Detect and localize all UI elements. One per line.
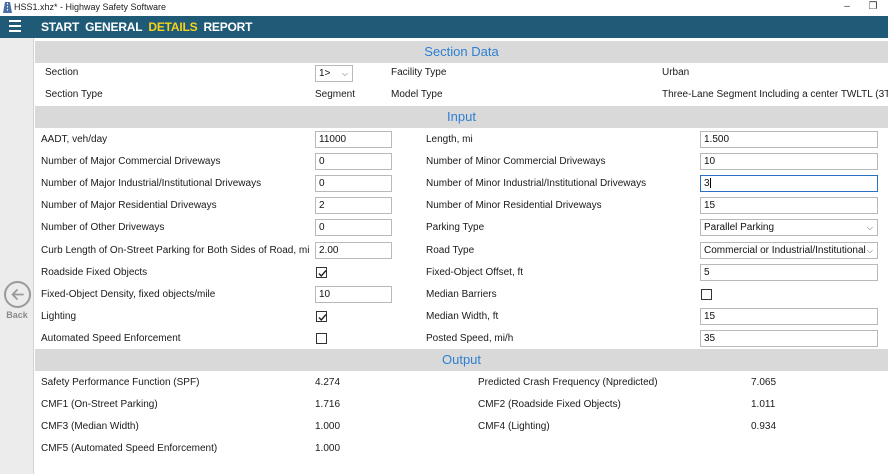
median-width-input[interactable]: 15 (700, 308, 878, 325)
automated-speed-enforcement-checkbox[interactable] (316, 333, 327, 344)
section-label: Section (45, 67, 79, 78)
title-bar: HSS1.xhz* - Highway Safety Software – ❐ (0, 0, 888, 16)
minor-commercial-driveways-label: Number of Minor Commercial Driveways (426, 156, 606, 167)
minor-residential-driveways-label: Number of Minor Residential Driveways (426, 200, 602, 211)
major-commercial-driveways-label: Number of Major Commercial Driveways (41, 156, 221, 167)
input-header: Input (35, 106, 888, 128)
major-commercial-driveways-input[interactable]: 0 (315, 153, 392, 170)
back-button[interactable]: Back (3, 281, 31, 320)
fixed-object-density-label: Fixed-Object Density, fixed objects/mile (41, 289, 216, 300)
output-header: Output (35, 349, 888, 371)
cmf5-value: 1.000 (315, 443, 341, 454)
minimize-button[interactable]: – (840, 1, 854, 12)
chevron-down-icon: ⌵ (866, 223, 873, 232)
spf-label: Safety Performance Function (SPF) (41, 377, 200, 388)
section-type-value: Segment (315, 89, 356, 100)
chevron-down-icon: ⌵ (866, 246, 873, 255)
roadside-fixed-objects-label: Roadside Fixed Objects (41, 267, 148, 278)
median-barriers-label: Median Barriers (426, 289, 497, 300)
model-type-label: Model Type (391, 89, 443, 100)
nav-report[interactable]: REPORT (203, 20, 252, 34)
roadside-fixed-objects-checkbox[interactable] (316, 267, 327, 278)
parking-type-select[interactable]: Parallel Parking ⌵ (700, 219, 878, 236)
road-type-select[interactable]: Commercial or Industrial/Institutional ⌵ (700, 242, 878, 259)
major-industrial-driveways-input[interactable]: 0 (315, 175, 392, 192)
lighting-checkbox[interactable] (316, 311, 327, 322)
length-input[interactable]: 1.500 (700, 131, 878, 148)
major-industrial-driveways-label: Number of Major Industrial/Institutional… (41, 178, 262, 189)
automated-speed-enforcement-label: Automated Speed Enforcement (41, 333, 181, 344)
fixed-object-offset-input[interactable]: 5 (700, 264, 878, 281)
cmf3-value: 1.000 (315, 421, 341, 432)
back-arrow-icon (3, 281, 31, 308)
model-type-value: Three-Lane Segment Including a center TW… (662, 89, 888, 100)
minor-industrial-driveways-label: Number of Minor Industrial/Institutional… (426, 178, 647, 189)
cmf5-label: CMF5 (Automated Speed Enforcement) (41, 443, 218, 454)
posted-speed-input[interactable]: 35 (700, 330, 878, 347)
left-panel: Back (0, 38, 34, 474)
checkmark-icon (318, 314, 327, 322)
section-select-value: 1> (319, 68, 331, 79)
app-icon (3, 2, 12, 13)
minor-residential-driveways-input[interactable]: 15 (700, 197, 878, 214)
section-select[interactable]: 1> ⌵ (315, 65, 353, 82)
section-type-label: Section Type (45, 89, 103, 100)
cmf1-label: CMF1 (On-Street Parking) (41, 399, 158, 410)
length-label: Length, mi (426, 134, 473, 145)
cmf4-label: CMF4 (Lighting) (478, 421, 550, 432)
nav-start[interactable]: START (41, 20, 79, 34)
restore-button[interactable]: ❐ (866, 1, 880, 12)
window-title: HSS1.xhz* - Highway Safety Software (14, 2, 167, 12)
hamburger-menu-icon[interactable] (9, 20, 21, 33)
curb-length-parking-label: Curb Length of On-Street Parking for Bot… (41, 245, 310, 256)
cmf3-label: CMF3 (Median Width) (41, 421, 139, 432)
back-label: Back (6, 310, 28, 320)
nav-details[interactable]: DETAILS (148, 20, 197, 34)
cmf2-label: CMF2 (Roadside Fixed Objects) (478, 399, 621, 410)
minor-industrial-driveways-input[interactable]: 3 (700, 175, 878, 192)
cmf4-value: 0.934 (751, 421, 777, 432)
other-driveways-label: Number of Other Driveways (41, 222, 165, 233)
main-nav-bar: START GENERAL DETAILS REPORT (0, 16, 888, 38)
major-residential-driveways-label: Number of Major Residential Driveways (41, 200, 217, 211)
posted-speed-label: Posted Speed, mi/h (426, 333, 514, 344)
median-barriers-checkbox[interactable] (701, 289, 712, 300)
section-data-header: Section Data (35, 41, 888, 63)
median-width-label: Median Width, ft (426, 311, 499, 322)
cmf1-value: 1.716 (315, 399, 341, 410)
aadt-label: AADT, veh/day (41, 134, 108, 145)
checkmark-icon (318, 270, 327, 278)
major-residential-driveways-input[interactable]: 2 (315, 197, 392, 214)
facility-type-label: Facility Type (391, 67, 447, 78)
curb-length-parking-input[interactable]: 2.00 (315, 242, 392, 259)
minor-commercial-driveways-input[interactable]: 10 (700, 153, 878, 170)
predicted-crash-frequency-value: 7.065 (751, 377, 777, 388)
fixed-object-offset-label: Fixed-Object Offset, ft (426, 267, 524, 278)
parking-type-value: Parallel Parking (704, 222, 775, 233)
main-content: Section Data Section 1> ⌵ Facility Type … (35, 38, 888, 474)
road-type-value: Commercial or Industrial/Institutional (704, 245, 866, 256)
facility-type-value: Urban (662, 67, 690, 78)
cmf2-value: 1.011 (751, 399, 776, 410)
nav-menu: START GENERAL DETAILS REPORT (41, 20, 252, 34)
spf-value: 4.274 (315, 377, 341, 388)
predicted-crash-frequency-label: Predicted Crash Frequency (Npredicted) (478, 377, 658, 388)
fixed-object-density-input[interactable]: 10 (315, 286, 392, 303)
aadt-input[interactable]: 11000 (315, 131, 392, 148)
parking-type-label: Parking Type (426, 222, 485, 233)
chevron-down-icon: ⌵ (341, 69, 348, 78)
text-caret (709, 178, 711, 189)
other-driveways-input[interactable]: 0 (315, 219, 392, 236)
road-type-label: Road Type (426, 245, 475, 256)
lighting-label: Lighting (41, 311, 77, 322)
nav-general[interactable]: GENERAL (85, 20, 142, 34)
